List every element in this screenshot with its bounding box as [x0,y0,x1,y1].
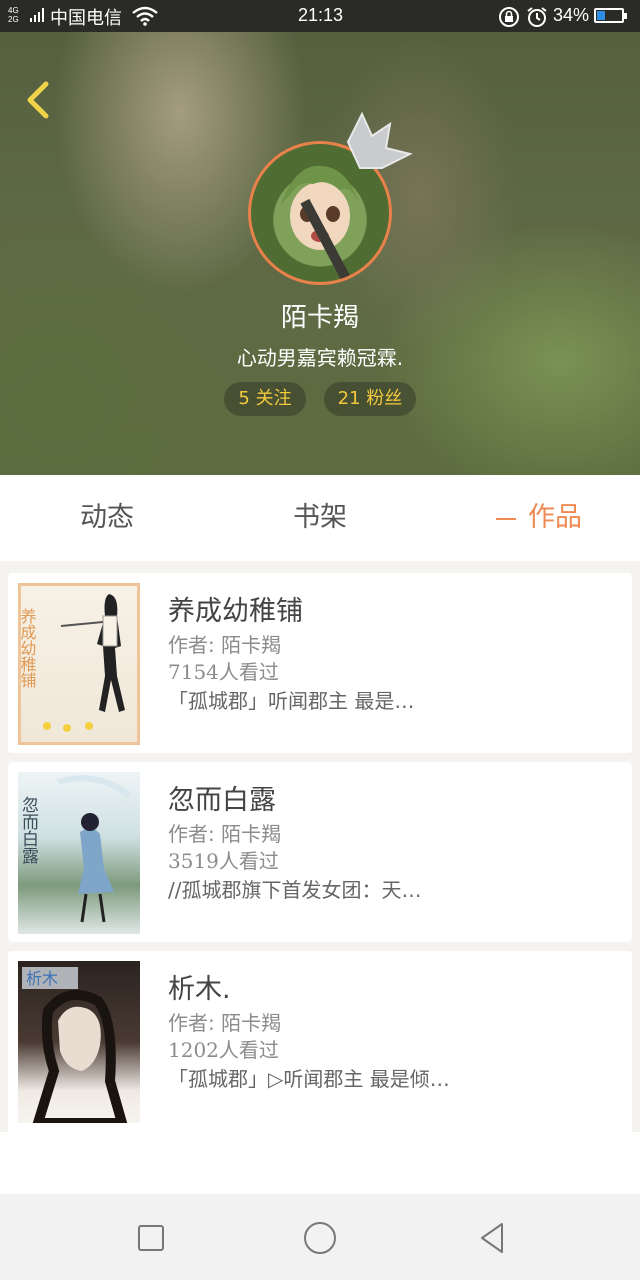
profile-header: 陌卡羯 心动男嘉宾赖冠霖. 5 关注 21 粉丝 [0,32,640,475]
chevron-left-icon [27,81,49,119]
signal-icon [30,8,46,22]
profile-bio: 心动男嘉宾赖冠霖. [236,346,404,370]
system-navigation-bar [0,1194,640,1280]
tab-bookshelf-label: 书架 [293,502,347,533]
work-author: 作者: 陌卡羯 [168,1011,282,1035]
work-read-count: 3519人看过 [168,849,279,873]
tab-activity-label: 动态 [80,502,134,533]
work-title: 养成幼稚铺 [168,596,303,627]
network-type-bottom: 2G [8,15,19,24]
cover-title-text: 析木 [26,969,58,988]
tab-works[interactable]: 作品 [466,475,600,606]
wifi-icon [132,6,158,31]
work-description: 「孤城郡」▷听闻郡主 最是倾… [168,1067,450,1091]
square-icon [138,1225,164,1251]
active-tab-indicator-left [496,517,516,520]
network-type-top: 4G [8,6,19,15]
home-button[interactable] [300,1218,340,1258]
carrier-name: 中国电信 [50,8,122,29]
book-cover: 养成幼稚铺 [18,583,140,745]
work-description: //孤城郡旗下首发女团：天… [168,878,422,902]
book-cover: 忽而白露 [18,772,140,934]
following-count-button[interactable]: 5 关注 [224,382,306,416]
cover-title-text: 忽而白露 [18,796,39,864]
battery-icon [594,8,627,23]
followers-count-button[interactable]: 21 粉丝 [324,382,416,416]
profile-username: 陌卡羯 [280,303,359,333]
tab-bookshelf[interactable]: 书架 [253,475,387,561]
rotation-lock-icon [498,6,520,33]
work-card[interactable]: 析木 析木. 作者: 陌卡羯 1202人看过 「孤城郡」▷听闻郡主 最是倾… [8,951,632,1132]
back-nav-button[interactable] [472,1218,512,1258]
work-title: 析木. [168,974,231,1005]
list-bottom-area [0,1132,640,1194]
crown-badge-icon [346,111,413,169]
battery-percent: 34% [553,5,590,25]
recent-apps-button[interactable] [131,1218,171,1258]
status-bar: 4G 2G 中国电信 21:13 34% [0,0,640,32]
work-read-count: 7154人看过 [168,660,279,684]
profile-tabs: 动态 书架 作品 [0,475,640,606]
work-title: 忽而白露 [168,785,276,816]
back-button[interactable] [18,78,62,122]
work-card[interactable]: 忽而白露 忽而白露 作者: 陌卡羯 3519人看过 //孤城郡旗下首发女团：天… [8,762,632,942]
tab-works-label: 作品 [528,502,582,533]
alarm-icon [526,6,548,33]
network-type: 4G 2G [8,6,19,24]
tab-activity[interactable]: 动态 [40,475,174,561]
circle-icon [304,1222,336,1254]
book-cover: 析木 [18,961,140,1123]
work-card[interactable]: 养成幼稚铺 养成幼稚铺 作者: 陌卡羯 7154人看过 「孤城郡」听闻郡主 最是… [8,573,632,753]
cover-title-text: 养成幼稚铺 [21,608,37,688]
work-read-count: 1202人看过 [168,1038,279,1062]
battery-level-fill [597,11,605,20]
work-author: 作者: 陌卡羯 [168,633,282,657]
clock-time: 21:13 [298,5,344,25]
work-author: 作者: 陌卡羯 [168,822,282,846]
triangle-back-icon [481,1223,503,1253]
work-description: 「孤城郡」听闻郡主 最是… [168,689,415,713]
